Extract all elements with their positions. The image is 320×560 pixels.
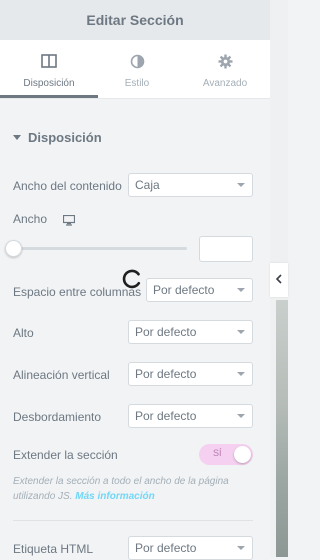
content-width-label: Ancho del contenido (13, 179, 122, 193)
chevron-down-icon (237, 414, 245, 418)
column-gap-select[interactable]: Por defecto (146, 278, 253, 302)
collapse-panel-button[interactable] (270, 263, 288, 297)
height-value: Por defecto (135, 325, 197, 339)
tab-layout[interactable]: Disposición (4, 40, 94, 98)
height-label: Alto (13, 326, 34, 340)
content-width-value: Caja (135, 178, 160, 192)
column-gap-value: Por defecto (153, 283, 215, 297)
tab-style-label: Estilo (124, 78, 150, 89)
chevron-down-icon (237, 546, 245, 550)
divider (13, 520, 253, 521)
chevron-left-icon (275, 271, 282, 289)
layout-icon (41, 53, 57, 69)
width-slider-track[interactable] (13, 247, 187, 250)
content-width-select[interactable]: Caja (128, 173, 253, 197)
width-number-input[interactable] (199, 236, 253, 262)
desktop-icon[interactable] (62, 213, 76, 231)
column-gap-label: Espacio entre columnas (13, 285, 142, 299)
chevron-down-icon (237, 288, 245, 292)
vertical-align-value: Por defecto (135, 367, 197, 381)
editor-panel: Editar Sección Disposición Estilo Avanza… (0, 0, 270, 560)
section-title: Disposición (28, 130, 102, 145)
overflow-value: Por defecto (135, 409, 197, 423)
tab-style[interactable]: Estilo (92, 40, 182, 98)
caret-down-icon (13, 135, 21, 140)
html-tag-label: Etiqueta HTML (13, 542, 94, 556)
stretch-label: Extender la sección (13, 448, 118, 462)
height-select[interactable]: Por defecto (128, 320, 253, 344)
chevron-down-icon (237, 330, 245, 334)
stretch-toggle[interactable]: SÍ (199, 444, 253, 465)
active-tab-indicator (0, 95, 98, 98)
stretch-toggle-label: SÍ (213, 448, 222, 458)
half-circle-icon (130, 53, 145, 69)
panel-header: Editar Sección (0, 0, 270, 40)
vertical-align-label: Alineación vertical (13, 368, 110, 382)
tab-layout-label: Disposición (23, 78, 75, 89)
width-label: Ancho (13, 212, 48, 226)
tab-advanced[interactable]: Avanzado (180, 40, 270, 98)
section-toggle-layout[interactable]: Disposición (13, 130, 102, 145)
vertical-align-select[interactable]: Por defecto (128, 362, 253, 386)
tab-advanced-label: Avanzado (202, 78, 248, 89)
chevron-down-icon (237, 183, 245, 187)
overflow-select[interactable]: Por defecto (128, 404, 253, 428)
tab-bar: Disposición Estilo Avanzado (0, 40, 270, 99)
panel-title: Editar Sección (86, 12, 184, 28)
width-slider-handle[interactable] (5, 240, 22, 257)
stretch-description: Extender la sección a todo el ancho de l… (13, 474, 258, 504)
html-tag-select[interactable]: Por defecto (128, 536, 253, 560)
preview-image-edge (276, 300, 288, 557)
more-info-link[interactable]: Más información (75, 491, 154, 502)
chevron-down-icon (237, 372, 245, 376)
overflow-label: Desbordamiento (13, 410, 102, 424)
html-tag-value: Por defecto (135, 541, 197, 555)
toggle-knob (234, 446, 251, 463)
gear-icon (218, 53, 233, 69)
